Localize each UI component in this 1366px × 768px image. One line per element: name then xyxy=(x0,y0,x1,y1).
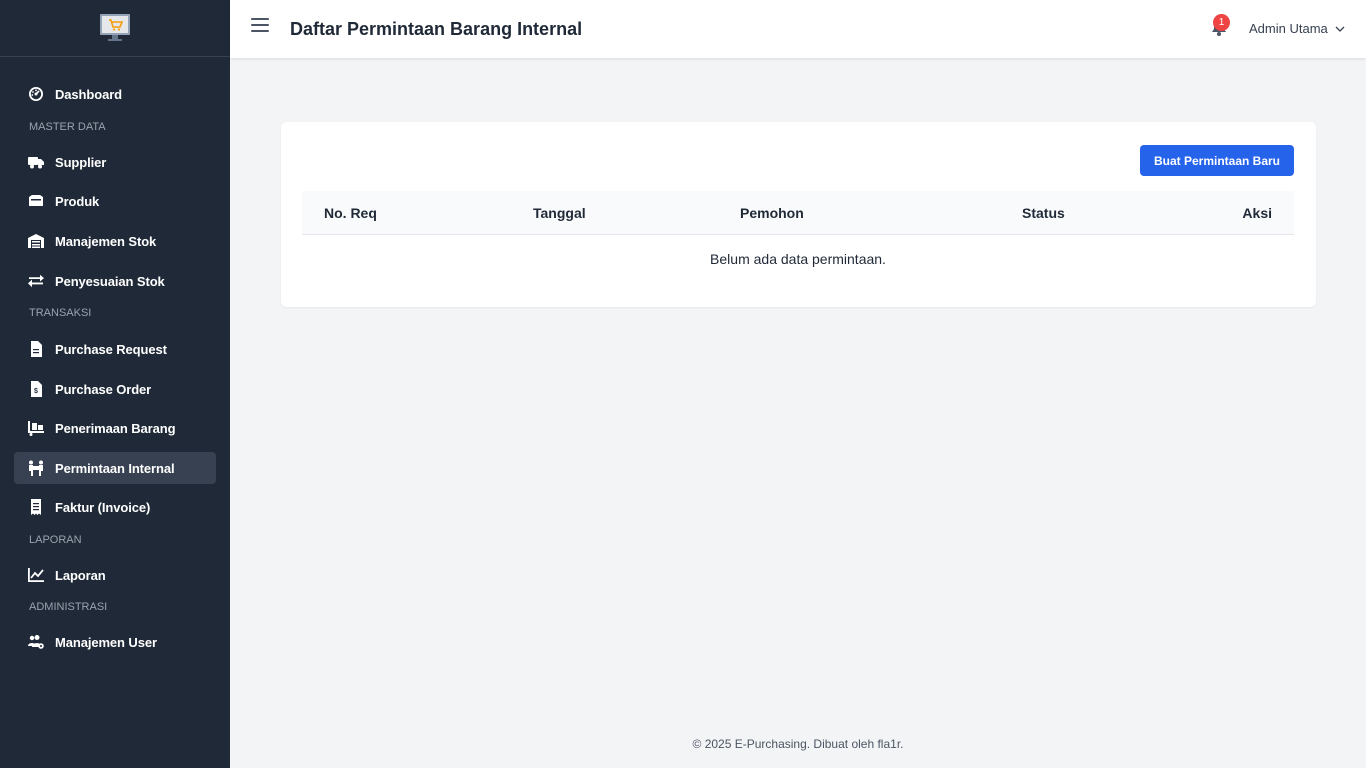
sidebar-item-purchase-request[interactable]: Purchase Request xyxy=(14,333,216,365)
sidebar-item-label: Faktur (Invoice) xyxy=(55,499,151,515)
sidebar-item-penerimaan-barang[interactable]: Penerimaan Barang xyxy=(14,412,216,444)
file-icon xyxy=(28,341,44,357)
page-title: Daftar Permintaan Barang Internal xyxy=(290,19,583,39)
sidebar-item-label: Permintaan Internal xyxy=(55,460,175,476)
gauge-icon xyxy=(28,86,44,102)
section-transaksi: TRANSAKSI xyxy=(29,307,92,319)
sidebar-item-label: Penyesuaian Stok xyxy=(55,273,165,289)
sidebar-item-penyesuaian-stok[interactable]: Penyesuaian Stok xyxy=(14,265,216,297)
sidebar-item-label: Supplier xyxy=(55,154,107,170)
column-header-aksi: Aksi xyxy=(1242,205,1272,221)
footer-text: © 2025 E-Purchasing. Dibuat oleh fla1r. xyxy=(692,737,904,751)
column-header-pemohon: Pemohon xyxy=(740,205,804,221)
warehouse-icon xyxy=(28,233,44,249)
truck-icon xyxy=(28,154,44,170)
sidebar-item-manajemen-user[interactable]: Manajemen User xyxy=(14,626,216,658)
notification-badge: 1 xyxy=(1213,14,1230,31)
logo[interactable] xyxy=(0,0,230,57)
table-header: No. Req Tanggal Pemohon Status Aksi xyxy=(302,191,1294,235)
sidebar-item-purchase-order[interactable]: $ Purchase Order xyxy=(14,373,216,405)
sidebar-item-manajemen-stok[interactable]: Manajemen Stok xyxy=(14,225,216,257)
requests-table: No. Req Tanggal Pemohon Status Aksi Belu… xyxy=(302,191,1294,267)
svg-text:$: $ xyxy=(34,388,38,395)
sidebar-item-laporan[interactable]: Laporan xyxy=(14,559,216,591)
box-icon xyxy=(28,193,44,209)
receipt-icon xyxy=(28,499,44,515)
sidebar-item-produk[interactable]: Produk xyxy=(14,185,216,217)
user-name: Admin Utama xyxy=(1249,21,1328,36)
sidebar-item-permintaan-internal[interactable]: Permintaan Internal xyxy=(14,452,216,484)
sidebar-item-faktur[interactable]: Faktur (Invoice) xyxy=(14,491,216,523)
exchange-icon xyxy=(28,273,44,289)
sidebar-item-label: Purchase Request xyxy=(55,341,167,357)
sidebar-nav: Dashboard MASTER DATA Supplier Produk Ma… xyxy=(0,57,230,658)
section-laporan: LAPORAN xyxy=(29,534,82,546)
column-header-tanggal: Tanggal xyxy=(533,205,586,221)
new-request-button[interactable]: Buat Permintaan Baru xyxy=(1139,145,1294,176)
chevron-down-icon xyxy=(1335,26,1345,32)
section-administrasi: ADMINISTRASI xyxy=(29,601,108,613)
sidebar-item-label: Manajemen Stok xyxy=(55,233,157,249)
sidebar-item-label: Laporan xyxy=(55,567,106,583)
sidebar-item-supplier[interactable]: Supplier xyxy=(14,146,216,178)
sidebar-item-label: Purchase Order xyxy=(55,381,152,397)
chart-line-icon xyxy=(28,567,44,583)
file-invoice-icon: $ xyxy=(28,381,44,397)
dolly-icon xyxy=(28,420,44,436)
column-header-status: Status xyxy=(1022,205,1065,221)
users-cog-icon xyxy=(28,634,44,650)
column-header-no-req: No. Req xyxy=(324,205,377,221)
sidebar-item-label: Dashboard xyxy=(55,86,123,102)
section-master-data: MASTER DATA xyxy=(29,121,106,133)
sidebar-item-label: Produk xyxy=(55,193,100,209)
sidebar: Dashboard MASTER DATA Supplier Produk Ma… xyxy=(0,0,230,768)
sidebar-item-label: Manajemen User xyxy=(55,634,157,650)
sidebar-item-dashboard[interactable]: Dashboard xyxy=(14,78,216,110)
shopping-cart-monitor-icon xyxy=(100,14,130,41)
empty-table-message: Belum ada data permintaan. xyxy=(710,251,886,267)
hamburger-menu-icon[interactable] xyxy=(251,18,269,34)
people-carry-icon xyxy=(28,460,44,476)
sidebar-item-label: Penerimaan Barang xyxy=(55,420,176,436)
user-menu[interactable]: Admin Utama xyxy=(1249,21,1345,36)
top-header: Daftar Permintaan Barang Internal 1 Admi… xyxy=(230,0,1366,58)
requests-card: Buat Permintaan Baru No. Req Tanggal Pem… xyxy=(281,122,1316,307)
